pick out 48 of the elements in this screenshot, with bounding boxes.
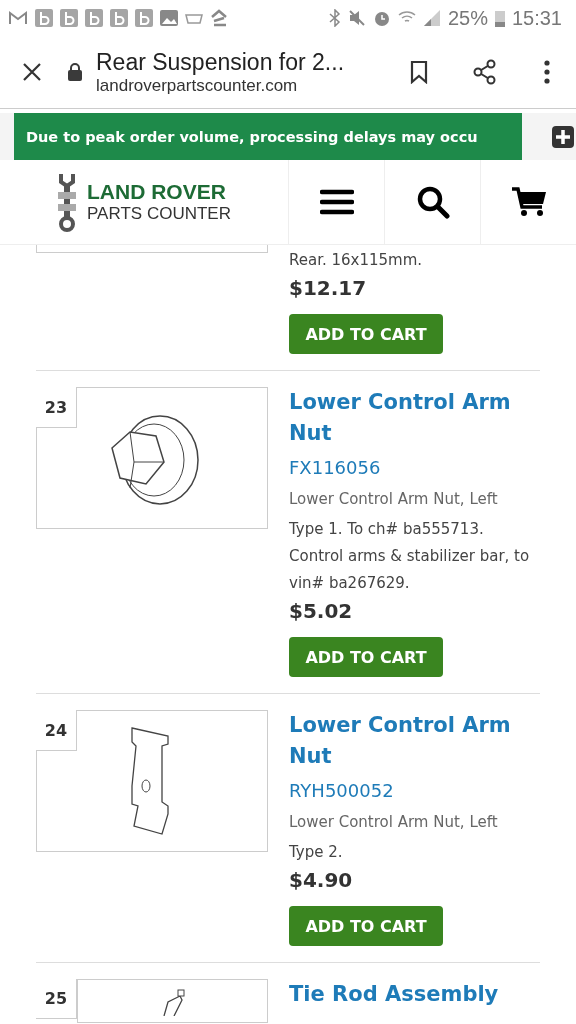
notice-banner: Due to peak order volume, processing delays may occu [14,113,522,160]
item-number: 24 [36,710,77,751]
product-title[interactable]: Tie Rod Assembly [289,979,499,1010]
price: $12.17 [289,276,367,300]
battery-percent: 25% [447,6,488,30]
expand-button[interactable] [552,125,574,148]
price: $4.90 [289,868,353,892]
share-icon [472,59,498,85]
wrench-logo-icon [57,172,78,232]
bluetooth-icon [328,9,341,27]
page-title: Rear Suspension for 2... [96,48,346,76]
menu-icon [319,189,354,215]
clock: 15:31 [511,6,562,30]
alarm-icon [372,9,391,27]
notification-icon [110,9,128,27]
add-to-cart-button[interactable]: ADD TO CART [289,637,443,677]
product-title[interactable]: Lower Control Arm Nut [289,710,540,772]
notification-icon [60,9,78,27]
item-number: 23 [36,387,77,428]
product-description: Type 1. To ch# ba555713. Control arms & stabilizer bar, to vin# ba267629. [289,519,531,594]
add-to-cart-button[interactable]: ADD TO CART [289,314,443,354]
bookmark-icon [410,60,428,84]
close-icon [22,62,42,82]
image-icon [160,10,178,26]
part-number-link[interactable]: FX116056 [289,457,381,478]
product-subtitle: Lower Control Arm Nut, Left [289,490,498,508]
product-description: Rear. 16x115mm. [289,250,423,271]
mail-icon [8,11,28,25]
item-number: 25 [36,979,77,1019]
logo-subtitle: PARTS COUNTER [87,203,231,224]
notification-icon [135,9,153,27]
add-to-cart-button[interactable]: ADD TO CART [289,906,443,946]
battery-icon [494,9,505,27]
mute-icon [347,9,366,27]
signal-icon [422,9,441,27]
notification-icon [85,9,103,27]
part-number-link[interactable]: RYH500052 [289,780,394,801]
product-description: Type 2. [289,842,343,863]
url-text[interactable]: landroverpartscounter.com [96,75,402,96]
price: $5.02 [289,599,353,623]
notification-icon [35,9,53,27]
part-image[interactable] [36,387,268,529]
search-icon [415,185,450,219]
lock-icon [68,63,82,81]
product-subtitle: Lower Control Arm Nut, Left [289,813,498,831]
more-icon [544,60,550,84]
product-title[interactable]: Lower Control Arm Nut [289,387,540,449]
logo-title: LAND ROVER [87,180,227,204]
